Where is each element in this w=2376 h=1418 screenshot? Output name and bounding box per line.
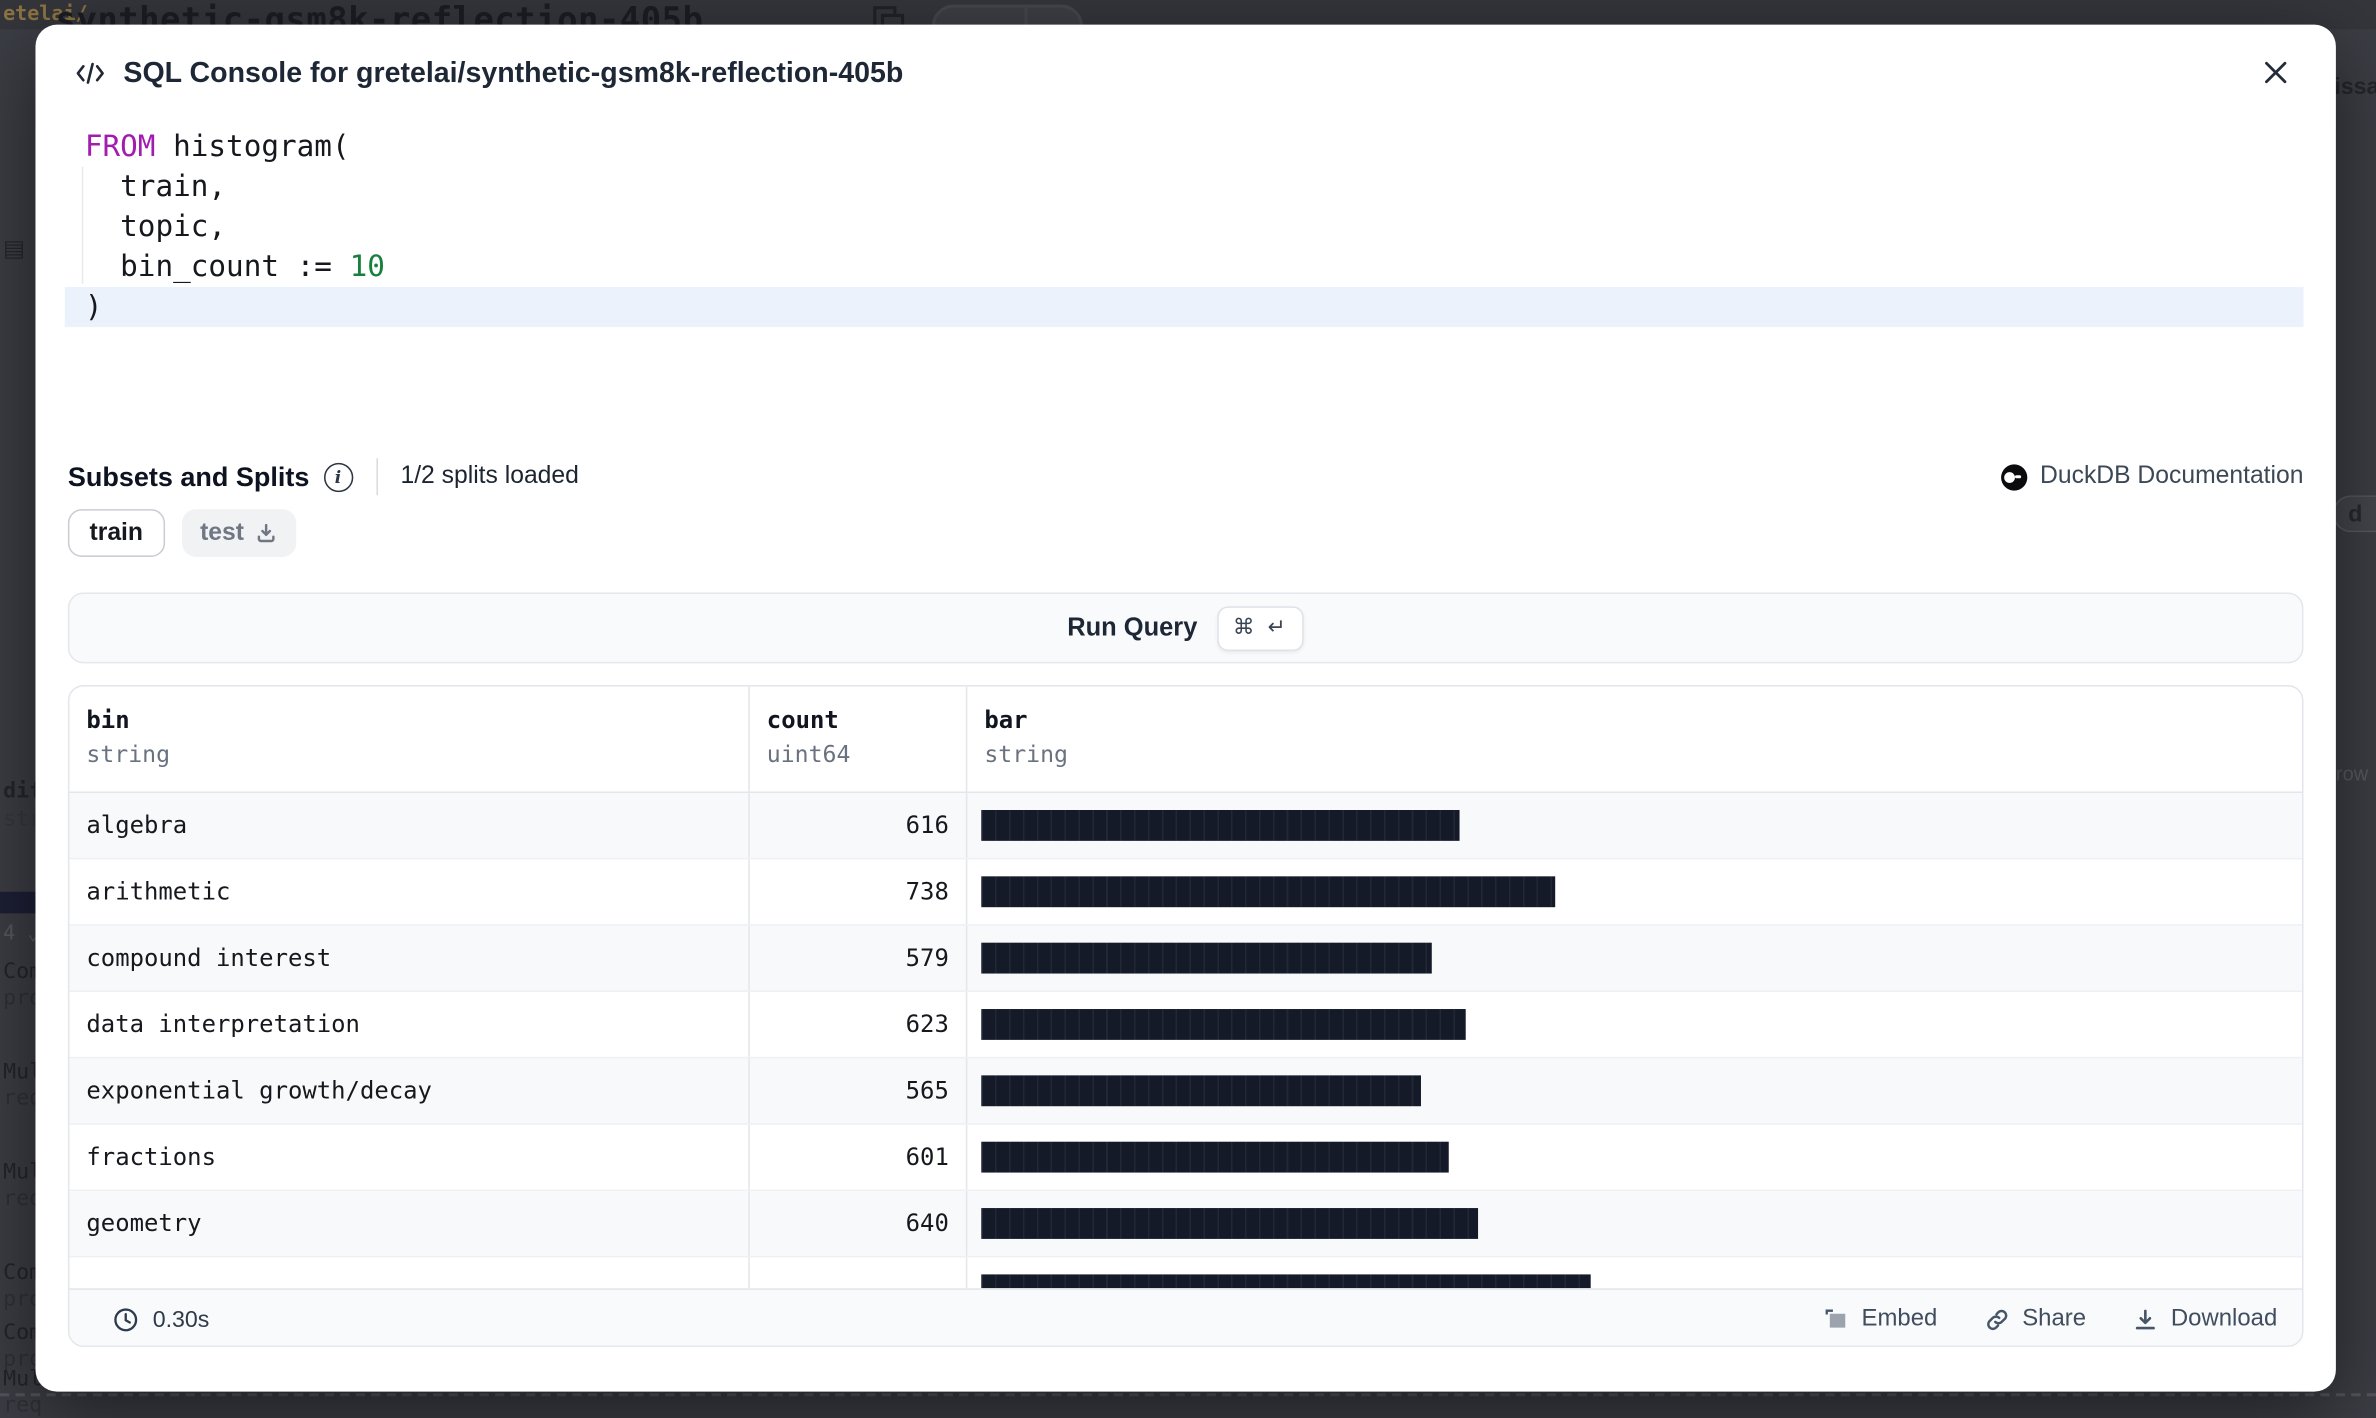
histogram-bar [981, 1142, 1448, 1173]
code-icon [76, 61, 105, 84]
results-panel: bin string count uint64 bar string algeb… [68, 685, 2304, 1347]
bin-cell [69, 1257, 749, 1288]
count-cell: 579 [750, 926, 968, 991]
duckdb-documentation-label: DuckDB Documentation [2040, 463, 2303, 491]
modal-header: SQL Console for gretelai/synthetic-gsm8k… [35, 25, 2335, 121]
download-button[interactable]: Download [2132, 1305, 2277, 1333]
bin-cell: algebra [69, 793, 749, 858]
results-footer: 0.30s Embed [69, 1288, 2302, 1347]
info-icon[interactable]: i [323, 462, 352, 491]
histogram-bar [981, 943, 1431, 974]
count-cell: 565 [750, 1058, 968, 1123]
close-icon [2262, 59, 2290, 87]
bin-cell: exponential growth/decay [69, 1058, 749, 1123]
download-split-icon [255, 521, 278, 544]
histogram-bar [981, 1009, 1465, 1040]
results-table-body: algebra 616 arithmetic 738 compound inte… [69, 793, 2302, 1288]
background-meta-fragment: 4 ⌄ [3, 923, 39, 946]
link-icon [1984, 1306, 2010, 1332]
bar-cell [967, 859, 2302, 924]
embed-button[interactable]: Embed [1823, 1305, 1937, 1333]
background-right-fragment-top: issa [2334, 74, 2376, 100]
background-row-fragment: req [3, 1393, 42, 1418]
share-label: Share [2022, 1305, 2086, 1333]
subsets-and-splits-row: Subsets and Splits i 1/2 splits loaded [68, 457, 579, 497]
close-button[interactable] [2256, 52, 2296, 92]
duckdb-logo-icon [2001, 464, 2027, 490]
partial-histogram-bar [981, 1274, 1590, 1288]
histogram-bar [981, 810, 1460, 841]
splits-loaded-status: 1/2 splits loaded [400, 463, 578, 491]
table-row: fractions 601 [69, 1125, 2302, 1191]
split-button-test[interactable]: test [182, 509, 297, 557]
sql-editor[interactable]: FROM histogram( train, topic, bin_count … [65, 127, 2304, 328]
subsets-heading: Subsets and Splits [68, 461, 310, 493]
table-row: algebra 616 [69, 793, 2302, 859]
code-line[interactable]: bin_count := 10 [65, 247, 2304, 287]
bar-cell [967, 992, 2302, 1057]
bin-cell: geometry [69, 1191, 749, 1256]
split-button-train[interactable]: train [68, 509, 165, 557]
share-button[interactable]: Share [1984, 1305, 2086, 1333]
bar-cell [967, 1125, 2302, 1190]
bin-cell: data interpretation [69, 992, 749, 1057]
download-icon [2132, 1306, 2158, 1332]
modal-title: SQL Console for gretelai/synthetic-gsm8k… [123, 56, 903, 90]
code-line-active[interactable]: ) [65, 287, 2304, 327]
run-query-label: Run Query [1067, 613, 1197, 642]
background-selected-row-band [0, 892, 35, 914]
histogram-bar [981, 876, 1554, 907]
bin-cell: compound interest [69, 926, 749, 991]
sql-console-modal: SQL Console for gretelai/synthetic-gsm8k… [35, 25, 2335, 1392]
bin-cell: fractions [69, 1125, 749, 1190]
histogram-bar [981, 1208, 1478, 1239]
bar-cell [967, 926, 2302, 991]
editor-indent-guide [82, 167, 84, 284]
bar-cell [967, 793, 2302, 858]
results-table-header: bin string count uint64 bar string [69, 687, 2302, 793]
embed-icon [1823, 1307, 1849, 1332]
code-line[interactable]: FROM histogram( [65, 127, 2304, 167]
duckdb-documentation-link[interactable]: DuckDB Documentation [2001, 457, 2303, 497]
run-query-button[interactable]: Run Query ⌘ ↵ [68, 592, 2304, 663]
table-row: geometry 640 [69, 1191, 2302, 1257]
bar-cell [967, 1191, 2302, 1256]
table-row: arithmetic 738 [69, 859, 2302, 925]
query-elapsed-time: 0.30s [153, 1306, 210, 1332]
background-right-pill: d [2333, 495, 2376, 532]
table-row-partial [69, 1257, 2302, 1288]
bar-cell [967, 1058, 2302, 1123]
histogram-bar [981, 1075, 1420, 1106]
count-cell: 616 [750, 793, 968, 858]
download-label: Download [2171, 1305, 2277, 1333]
code-line[interactable]: train, [65, 167, 2304, 207]
table-row: exponential growth/decay 565 [69, 1058, 2302, 1124]
keyboard-shortcut-badge: ⌘ ↵ [1217, 606, 1304, 651]
count-cell: 640 [750, 1191, 968, 1256]
table-row: data interpretation 623 [69, 992, 2302, 1058]
footer-actions: Embed Share [1823, 1305, 2277, 1333]
bar-cell [967, 1257, 2302, 1288]
table-row: compound interest 579 [69, 926, 2302, 992]
embed-label: Embed [1862, 1305, 1938, 1333]
clock-icon [113, 1306, 139, 1332]
count-cell: 601 [750, 1125, 968, 1190]
bin-cell: arithmetic [69, 859, 749, 924]
divider [376, 458, 378, 495]
count-cell: 738 [750, 859, 968, 924]
column-header-bin: bin string [69, 687, 749, 792]
column-header-bar: bar string [967, 687, 2302, 792]
code-line[interactable]: topic, [65, 207, 2304, 247]
split-selector: train test [68, 509, 297, 557]
background-dashed-border [0, 1393, 2376, 1396]
count-cell: 623 [750, 992, 968, 1057]
background-right-fragment-mid: row [2336, 762, 2368, 785]
count-cell [750, 1257, 968, 1288]
column-header-count: count uint64 [750, 687, 968, 792]
